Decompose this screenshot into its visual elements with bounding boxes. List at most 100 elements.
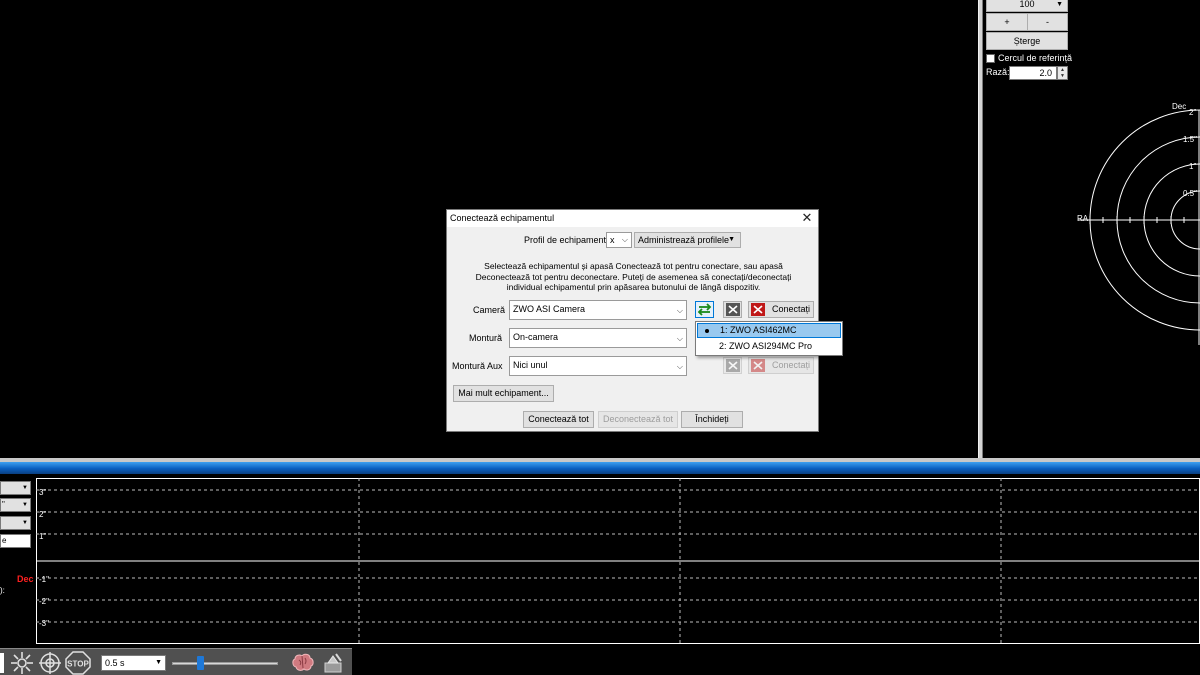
profile-label: Profil de echipament <box>524 235 607 245</box>
graph-combo-y-axis[interactable]: " ▼ <box>0 498 31 512</box>
chevron-down-icon: ▼ <box>728 236 735 243</box>
manage-profiles-button[interactable]: Administrează profilele ▼ <box>634 232 741 248</box>
profile-select[interactable]: x ⌵ <box>606 232 632 248</box>
aux-mount-select[interactable]: Nici unul ⌵ <box>509 356 687 376</box>
disconnect-all-button[interactable]: Deconectează tot <box>598 411 678 428</box>
plug-icon <box>751 359 765 372</box>
camera-connect-label: Conectați <box>771 304 811 314</box>
graph-combo-value: " <box>2 500 5 509</box>
chevron-down-icon: ⌵ <box>621 235 628 244</box>
plug-icon <box>751 303 765 316</box>
mount-value: On-camera <box>513 332 559 342</box>
guide-crosshair-icon[interactable] <box>37 651 63 675</box>
zoom-out-button[interactable]: - <box>1027 13 1068 31</box>
selected-radio-icon <box>705 329 709 333</box>
dialog-title: Conectează echipamentul <box>450 213 555 223</box>
gamma-slider-track <box>172 662 278 665</box>
aux-mount-connect-label: Conectați <box>771 360 811 370</box>
gamma-slider[interactable] <box>172 656 280 670</box>
y-tick-label: -1" <box>39 575 49 584</box>
radius-input[interactable]: 2.0 <box>1009 66 1057 80</box>
graph-pane-header <box>0 462 1200 474</box>
manage-profiles-label: Administrează profilele <box>638 235 730 245</box>
graph-combo-units[interactable]: ▼ <box>0 516 31 530</box>
zoom-combo[interactable]: 100 ▼ <box>986 0 1068 12</box>
exposure-value: 0.5 s <box>105 658 125 668</box>
zoom-in-button[interactable]: + <box>986 13 1028 31</box>
aux-mount-value: Nici unul <box>513 360 548 370</box>
y-tick-label: 3" <box>39 488 46 497</box>
camera-select[interactable]: ZWO ASI Camera ⌵ <box>509 300 687 320</box>
wrench-icon <box>725 359 740 372</box>
swap-arrows-icon <box>697 303 712 316</box>
exposure-select[interactable]: 0.5 s ▼ <box>101 655 166 671</box>
ring-label: 2" <box>1189 108 1196 117</box>
graph-side-label: ): <box>0 586 5 595</box>
camera-select-device-button[interactable] <box>695 301 714 318</box>
ra-axis-label: RA <box>1077 214 1089 223</box>
chevron-down-icon: ▼ <box>22 502 28 508</box>
chevron-down-icon: ⌵ <box>676 362 683 371</box>
chevron-down-icon: ▼ <box>1056 1 1063 8</box>
dialog-instructions: Selectează echipamentul și apasă Conecte… <box>467 261 800 293</box>
instructions-line: individual echipamentul prin apăsarea bu… <box>506 282 761 292</box>
chevron-down-icon: ▼ <box>22 485 28 491</box>
dec-legend-label: Dec <box>17 574 34 584</box>
camera-value: ZWO ASI Camera <box>513 304 586 314</box>
more-equipment-button[interactable]: Mai mult echipament... <box>453 385 554 402</box>
spin-down-icon[interactable]: ▼ <box>1058 73 1067 79</box>
chevron-down-icon: ▼ <box>155 659 162 666</box>
guide-graph: 3" 2" 1" -1" -2" -3" <box>36 478 1200 644</box>
y-tick-label: 2" <box>39 510 46 519</box>
chevron-down-icon: ⌵ <box>676 306 683 315</box>
target-panel: 100 ▼ + - Șterge Cercul de referință Raz… <box>983 0 1200 458</box>
stop-icon-label: STOP <box>67 660 89 669</box>
graph-combo-x-axis[interactable]: ▼ <box>0 481 31 495</box>
gamma-slider-thumb[interactable] <box>197 656 204 670</box>
graph-controls: ▼ " ▼ ▼ e Dec ): <box>0 478 36 646</box>
reference-circle-checkbox[interactable] <box>986 53 995 63</box>
ring-label: 0.5" <box>1183 189 1197 198</box>
reference-circle-label: Cercul de referință <box>998 53 1073 63</box>
camera-device-menu: 1: ZWO ASI462MC 2: ZWO ASI294MC Pro <box>695 321 843 356</box>
radius-label: Rază: <box>986 67 1010 77</box>
mount-label: Montură <box>469 333 503 343</box>
clear-button[interactable]: Șterge <box>986 32 1068 50</box>
bottom-toolbar: STOP 0.5 s ▼ <box>0 648 352 675</box>
aux-mount-setup-button[interactable] <box>723 357 742 374</box>
chevron-down-icon: ▼ <box>22 520 28 526</box>
close-dialog-button[interactable]: Închideți <box>681 411 743 428</box>
y-tick-label: -3" <box>39 619 49 628</box>
y-tick-label: 1" <box>39 532 46 541</box>
camera-connect-button[interactable]: Conectați <box>748 301 814 318</box>
camera-device-item[interactable]: 2: ZWO ASI294MC Pro <box>697 339 841 354</box>
radius-spinner[interactable]: ▲ ▼ <box>1057 66 1068 80</box>
profile-value: x <box>610 235 615 245</box>
close-icon[interactable]: ✕ <box>800 211 814 224</box>
stop-icon[interactable]: STOP <box>65 651 91 675</box>
aux-mount-label: Montură Aux <box>452 361 503 371</box>
mount-select[interactable]: On-camera ⌵ <box>509 328 687 348</box>
camera-setup-button[interactable] <box>723 301 742 318</box>
tools-icon[interactable] <box>320 651 346 675</box>
ring-label: 1.5" <box>1183 135 1197 144</box>
y-tick-label: -2" <box>39 597 49 606</box>
status-area <box>352 648 1200 675</box>
loop-icon[interactable] <box>9 651 35 675</box>
chevron-down-icon: ⌵ <box>676 334 683 343</box>
target-plot: Dec RA 2" 1.5" 1" 0.5" <box>1077 102 1200 345</box>
graph-settings-button[interactable]: e <box>0 534 31 548</box>
zoom-combo-value: 100 <box>1019 0 1035 9</box>
connect-icon[interactable] <box>0 653 4 673</box>
dec-axis-label: Dec <box>1172 102 1186 111</box>
camera-device-item[interactable]: 1: ZWO ASI462MC <box>697 323 841 338</box>
dialog-titlebar[interactable]: Conectează echipamentul ✕ <box>447 210 818 227</box>
brain-icon[interactable] <box>290 651 316 675</box>
connect-all-button[interactable]: Conectează tot <box>523 411 594 428</box>
instructions-line: Selectează echipamentul și apasă Conecte… <box>484 261 783 271</box>
camera-label: Cameră <box>473 305 506 315</box>
camera-device-label: 1: ZWO ASI462MC <box>720 325 797 335</box>
instructions-line: Deconectează tot pentru deconectare. Put… <box>475 271 792 282</box>
aux-mount-connect-button[interactable]: Conectați <box>748 357 814 374</box>
ring-label: 1" <box>1189 162 1196 171</box>
